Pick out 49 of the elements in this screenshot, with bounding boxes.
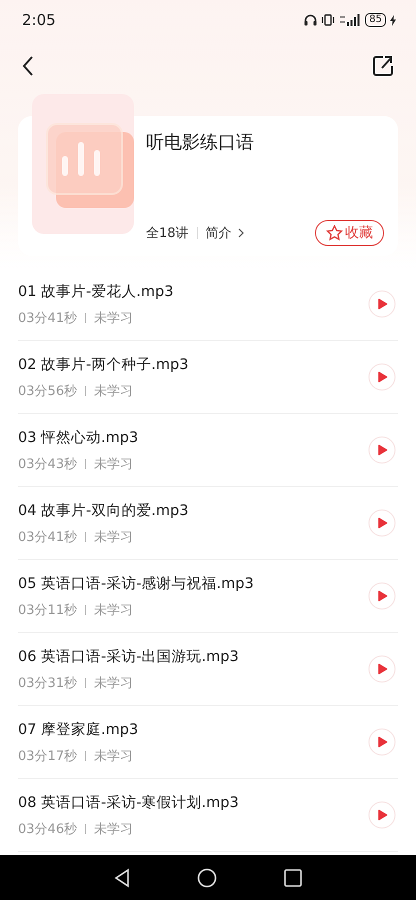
episode-title[interactable]: 05 英语口语-采访-感谢与祝福.mp3 xyxy=(18,574,368,592)
study-status: 未学习 xyxy=(94,748,134,764)
study-status: 未学习 xyxy=(94,674,134,692)
episode-duration: 03分41秒 xyxy=(18,528,78,546)
episode-duration: 03分31秒 xyxy=(18,674,78,692)
star-icon[interactable] xyxy=(326,225,343,241)
study-status: 未学习 xyxy=(94,382,134,400)
share-icon[interactable] xyxy=(372,55,394,77)
episode-title[interactable]: 01 故事片-爱花人.mp3 xyxy=(18,282,368,300)
home-nav-icon[interactable] xyxy=(196,868,217,888)
play-button[interactable] xyxy=(368,436,396,464)
episode-duration: 03分41秒 xyxy=(18,310,78,326)
favorite-button[interactable]: 收藏 xyxy=(315,220,384,246)
play-button[interactable] xyxy=(368,655,396,683)
lesson-count: 全18讲 xyxy=(146,225,189,242)
episode-title[interactable]: 08 英语口语-采访-寒假计划.mp3 xyxy=(18,792,368,812)
study-status: 未学习 xyxy=(94,456,134,472)
episode-duration: 03分11秒 xyxy=(18,602,78,618)
episode-title[interactable]: 03 怦然心动.mp3 xyxy=(18,428,368,446)
play-button[interactable] xyxy=(368,290,396,318)
play-button[interactable] xyxy=(368,582,396,610)
study-status: 未学习 xyxy=(94,602,134,618)
signal-icon xyxy=(339,14,362,26)
charging-icon xyxy=(390,14,396,26)
episode-title[interactable]: 02 故事片-两个种子.mp3 xyxy=(18,354,368,374)
play-button[interactable] xyxy=(368,801,396,829)
study-status: 未学习 xyxy=(94,310,134,326)
study-status: 未学习 xyxy=(94,528,134,546)
recents-nav-icon[interactable] xyxy=(284,868,302,886)
back-nav-icon[interactable] xyxy=(114,868,130,888)
episode-title[interactable]: 06 英语口语-采访-出国游玩.mp3 xyxy=(18,646,368,666)
study-status: 未学习 xyxy=(94,820,134,838)
course-title: 听电影练口语 xyxy=(146,131,255,154)
battery-level: 85 xyxy=(365,13,386,27)
play-button[interactable] xyxy=(368,728,396,756)
vibrate-icon xyxy=(321,14,336,26)
intro-link[interactable]: 简介 xyxy=(206,224,232,242)
episode-duration: 03分56秒 xyxy=(18,382,78,400)
episode-title[interactable]: 07 摩登家庭.mp3 xyxy=(18,720,368,738)
chevron-icon[interactable] xyxy=(238,228,244,238)
play-button[interactable] xyxy=(368,363,396,391)
play-button[interactable] xyxy=(368,509,396,537)
headphones-icon xyxy=(304,14,318,26)
status-time: 2:05 xyxy=(22,11,56,29)
episode-duration: 03分46秒 xyxy=(18,820,78,838)
episode-duration: 03分17秒 xyxy=(18,748,78,764)
episode-duration: 03分43秒 xyxy=(18,456,78,472)
back-icon[interactable] xyxy=(22,56,34,76)
episode-title[interactable]: 04 故事片-双向的爱.mp3 xyxy=(18,500,368,520)
